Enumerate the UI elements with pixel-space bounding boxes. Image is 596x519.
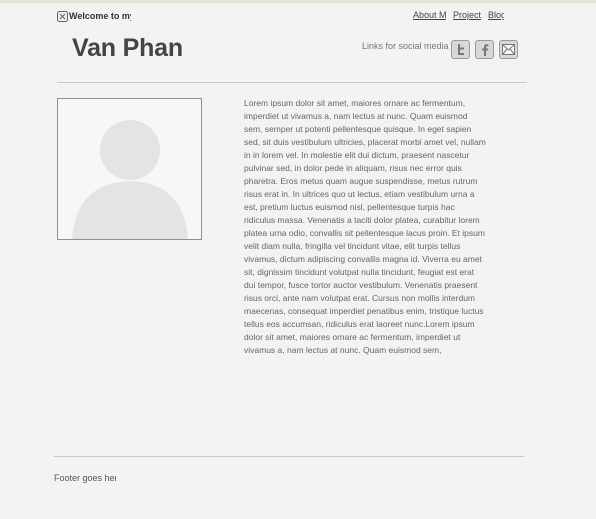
social-links: [451, 40, 523, 59]
facebook-button[interactable]: [475, 40, 494, 59]
footer-divider: [54, 456, 524, 457]
person-icon: [72, 120, 188, 239]
nav-link-projects[interactable]: Project: [453, 9, 481, 23]
nav-link-blog[interactable]: Blog: [488, 9, 504, 23]
avatar-placeholder: [57, 98, 202, 240]
welcome-text: Welcome to my: [69, 11, 131, 21]
header-divider: [57, 82, 527, 83]
twitter-icon: [458, 44, 464, 55]
twitter-button[interactable]: [451, 40, 470, 59]
top-nav: About M Project Blog: [413, 9, 511, 23]
nav-link-about[interactable]: About M: [413, 9, 446, 23]
mail-icon: [502, 44, 515, 55]
page-title: Van Phan: [72, 34, 183, 62]
facebook-icon: [482, 44, 489, 56]
bio-text: Lorem ipsum dolor sit amet, maiores orna…: [244, 98, 486, 355]
mail-button[interactable]: [499, 40, 518, 59]
welcome-banner: Welcome to my: [57, 9, 131, 23]
footer-text: Footer goes here: [54, 473, 116, 483]
social-links-label: Links for social media: [362, 41, 449, 51]
top-strip: [0, 0, 596, 3]
broken-image-icon: [57, 10, 68, 22]
